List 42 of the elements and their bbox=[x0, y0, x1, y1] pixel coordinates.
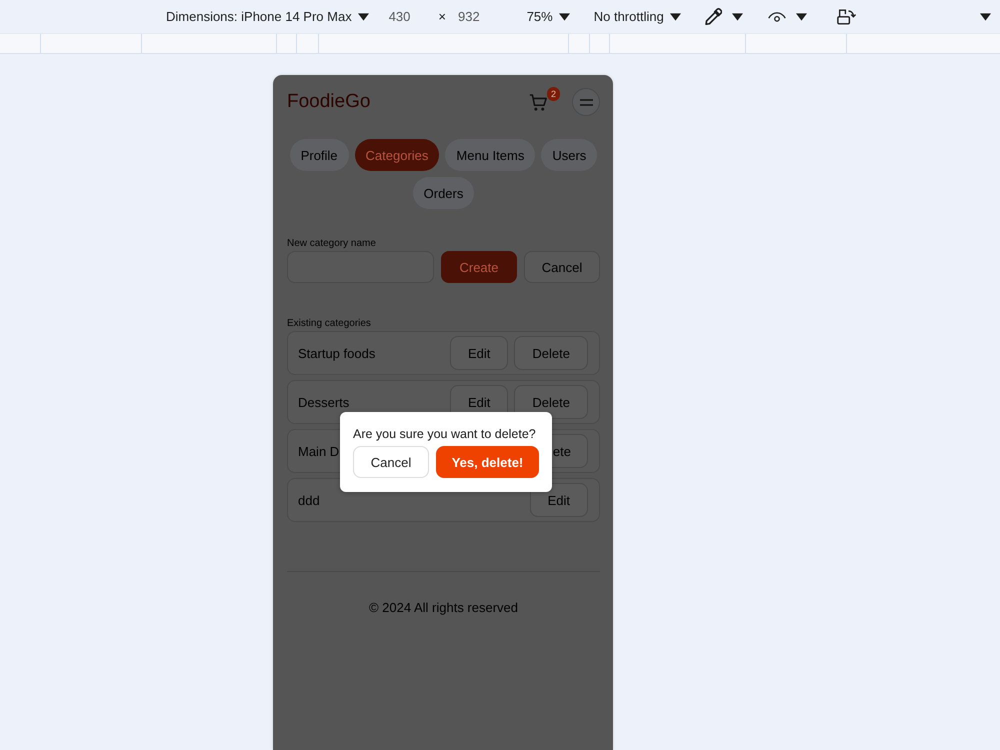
height-field[interactable]: 932 bbox=[458, 9, 480, 24]
width-field[interactable]: 430 bbox=[388, 9, 410, 24]
category-name: Main D bbox=[298, 444, 340, 458]
nav-tab[interactable]: Orders bbox=[412, 177, 474, 209]
caret-icon[interactable] bbox=[980, 12, 991, 20]
row-action-button[interactable]: Edit bbox=[530, 483, 588, 517]
menu-icon bbox=[580, 98, 592, 106]
field-label: New category name bbox=[287, 238, 376, 249]
confirm-button[interactable]: Yes, delete! bbox=[436, 446, 539, 478]
caret-icon bbox=[358, 12, 369, 20]
category-name: ddd bbox=[298, 492, 320, 508]
nav-tab[interactable]: Profile bbox=[290, 139, 349, 171]
rotate-icon[interactable] bbox=[836, 8, 856, 24]
cancel-button[interactable]: Cancel bbox=[353, 446, 429, 478]
nav-tab[interactable]: Users bbox=[541, 139, 598, 171]
row-action-button[interactable]: Edit bbox=[450, 336, 508, 370]
device-dropdown[interactable]: Dimensions: iPhone 14 Pro Max bbox=[166, 9, 369, 24]
cancel-button[interactable]: Cancel bbox=[524, 251, 600, 283]
brand-name[interactable]: FoodieGo bbox=[287, 91, 370, 113]
section-label: Existing categories bbox=[287, 318, 371, 329]
times-sign: × bbox=[438, 9, 446, 24]
dialog-message: Are you sure you want to delete? bbox=[353, 427, 537, 441]
caret-icon bbox=[558, 12, 570, 20]
submit-button[interactable]: Create bbox=[441, 251, 517, 283]
row-action-button[interactable]: Delete bbox=[514, 385, 588, 419]
cart-icon[interactable] bbox=[529, 94, 547, 110]
nav-tab[interactable]: Categories bbox=[354, 139, 440, 171]
throttling-dropdown[interactable]: No throttling bbox=[594, 9, 681, 24]
footer-text: © 2024 All rights reserved bbox=[368, 600, 518, 615]
eye-icon[interactable] bbox=[768, 12, 786, 22]
row-action-button[interactable]: Delete bbox=[514, 336, 588, 370]
category-name: Startup foods bbox=[298, 346, 376, 360]
eyedropper-icon[interactable] bbox=[704, 8, 722, 25]
caret-icon[interactable] bbox=[796, 12, 807, 20]
nav-tab[interactable]: Menu Items bbox=[445, 139, 536, 171]
cart-badge: 2 bbox=[547, 86, 560, 100]
caret-icon bbox=[670, 12, 681, 20]
category-name: Desserts bbox=[298, 394, 350, 410]
menu-button[interactable] bbox=[572, 88, 600, 116]
row-action-button[interactable]: ete bbox=[550, 434, 588, 468]
caret-icon[interactable] bbox=[732, 12, 743, 20]
zoom-dropdown[interactable]: 75% bbox=[526, 9, 570, 24]
